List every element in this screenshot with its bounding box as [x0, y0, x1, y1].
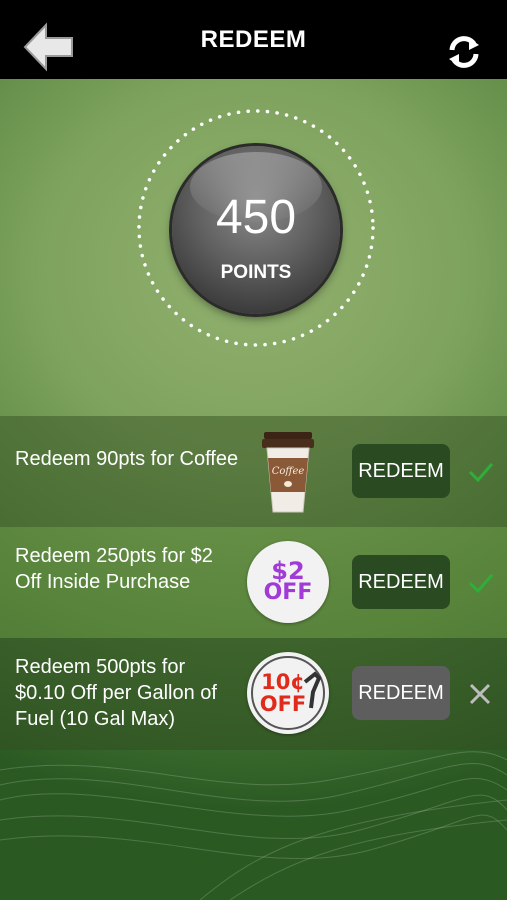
points-value: 450 [215, 191, 297, 244]
points-display: 450 POINTS [136, 108, 376, 348]
ten-cent-off-fuel-icon: 10¢ OFF [247, 652, 329, 734]
check-icon [468, 574, 494, 593]
coffee-cup-icon: Coffee [262, 432, 314, 513]
redeem-button[interactable]: REDEEM [352, 555, 450, 609]
redeem-button[interactable]: REDEEM [352, 444, 450, 498]
reward-description: Redeem 250pts for $2 Off Inside Purchase [15, 545, 213, 593]
back-button[interactable] [22, 22, 76, 72]
refresh-button[interactable] [445, 33, 483, 71]
reward-row-two-dollar-off: Redeem 250pts for $2 Off Inside Purchase… [0, 527, 507, 638]
redeem-button[interactable]: REDEEM [352, 666, 450, 720]
two-dollar-off-icon: $2 OFF [247, 541, 329, 623]
reward-description: Redeem 500pts for $0.10 Off per Gallon o… [15, 656, 217, 730]
x-icon [469, 683, 491, 705]
top-bar: REDEEM [0, 0, 507, 79]
background-waves [0, 751, 507, 900]
page-title: REDEEM [200, 25, 307, 53]
rewards-list: Redeem 90pts for Coffee Coffee REDEEM Re… [0, 416, 507, 750]
reward-row-fuel-discount: Redeem 500pts for $0.10 Off per Gallon o… [0, 638, 507, 750]
back-arrow-icon [23, 22, 73, 72]
points-label: POINTS [220, 262, 292, 283]
check-icon [468, 463, 494, 482]
reward-description: Redeem 90pts for Coffee [15, 448, 239, 470]
svg-text:Coffee: Coffee [272, 466, 305, 477]
points-orb: 450 POINTS [172, 146, 340, 314]
reward-row-coffee: Redeem 90pts for Coffee Coffee REDEEM [0, 416, 507, 527]
refresh-icon [449, 36, 479, 68]
